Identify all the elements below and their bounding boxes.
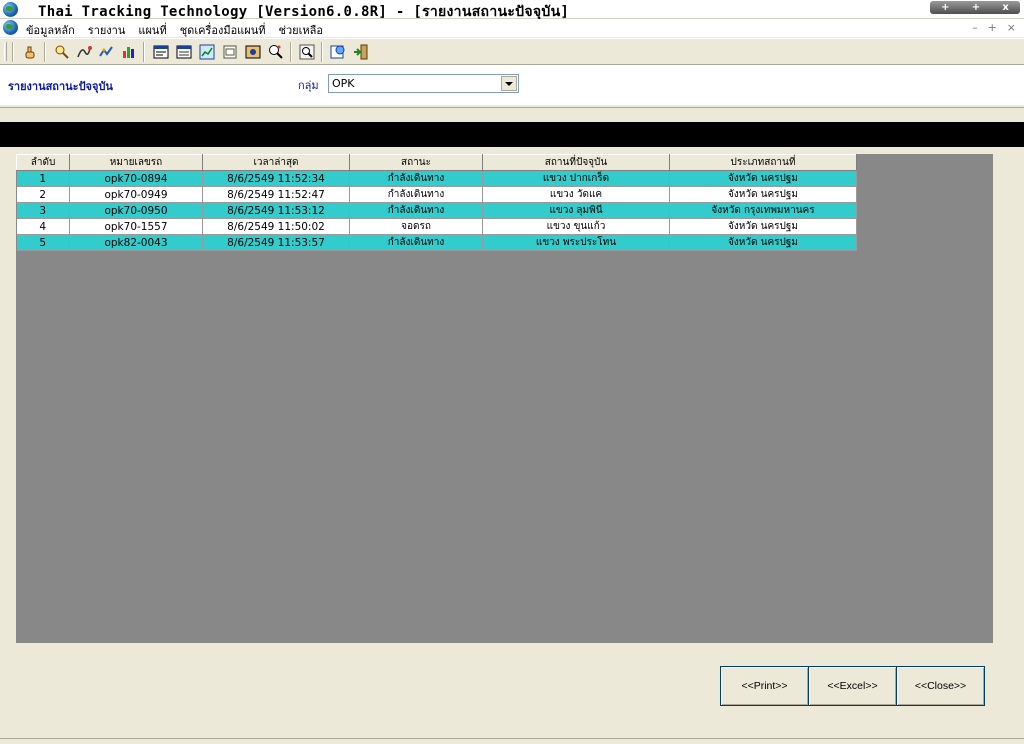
globe-app-icon — [3, 2, 18, 17]
cell-vehicle-number: opk82-0043 — [69, 234, 203, 251]
route-icon[interactable] — [75, 43, 93, 61]
menu-item-help[interactable]: ช่วยเหลือ — [278, 21, 322, 39]
chart-icon[interactable] — [120, 43, 138, 61]
cell-order: 1 — [16, 170, 70, 187]
track-icon[interactable] — [97, 43, 115, 61]
globe-menu-icon[interactable] — [3, 20, 18, 35]
toolbar-separator — [44, 42, 46, 62]
zoom-map-icon[interactable] — [267, 43, 285, 61]
cell-status: กำลังเดินทาง — [349, 186, 483, 203]
cell-order: 5 — [16, 234, 70, 251]
black-band — [0, 122, 1024, 147]
menu-bar: ข้อมูลหลัก รายงาน แผนที่ ชุดเครื่องมือแผ… — [0, 19, 1024, 37]
column-header-last-time[interactable]: เวลาล่าสุด — [202, 154, 350, 171]
mdi-restore-icon[interactable]: + — [988, 21, 997, 34]
cell-status: กำลังเดินทาง — [349, 202, 483, 219]
list-icon[interactable] — [175, 43, 193, 61]
group-select-value: OPK — [332, 77, 355, 90]
cell-location-type: จังหวัด นครปฐม — [669, 218, 857, 235]
cell-location-type: จังหวัด นครปฐม — [669, 170, 857, 187]
minimize-icon[interactable]: + — [941, 2, 949, 13]
status-grid-panel: ลำดับ หมายเลขรถ เวลาล่าสุด สถานะ สถานที่… — [16, 154, 993, 643]
hand-icon[interactable] — [21, 43, 39, 61]
exit-icon[interactable] — [352, 43, 370, 61]
cell-location-type: จังหวัด กรุงเทพมหานคร — [669, 202, 857, 219]
cell-status: กำลังเดินทาง — [349, 170, 483, 187]
menu-item-master-data[interactable]: ข้อมูลหลัก — [26, 21, 75, 39]
cell-vehicle-number: opk70-1557 — [69, 218, 203, 235]
cell-status: จอดรถ — [349, 218, 483, 235]
cell-last-time: 8/6/2549 11:53:12 — [202, 202, 350, 219]
report-icon[interactable] — [152, 43, 170, 61]
zoom-in-icon[interactable] — [298, 43, 316, 61]
column-header-location-type[interactable]: ประเภทสถานที่ — [669, 154, 857, 171]
filter-row: รายงานสถานะปัจจุบัน กลุ่ม OPK — [0, 65, 1024, 105]
title-bar: Thai Tracking Technology [Version6.0.8R]… — [0, 0, 1024, 20]
cell-current-location: แขวง ขุนแก้ว — [482, 218, 670, 235]
window-icon[interactable] — [221, 43, 239, 61]
cell-location-type: จังหวัด นครปฐม — [669, 186, 857, 203]
print-button[interactable]: <<Print>> — [720, 666, 809, 706]
window-controls: + + x — [930, 1, 1020, 14]
graph-icon[interactable] — [198, 43, 216, 61]
mdi-controls: – + × — [972, 21, 1016, 34]
menu-item-map[interactable]: แผนที่ — [138, 21, 166, 39]
cell-order: 3 — [16, 202, 70, 219]
close-icon[interactable]: x — [1002, 2, 1008, 13]
table-row[interactable]: 2 opk70-0949 8/6/2549 11:52:47 กำลังเดิน… — [16, 186, 857, 203]
excel-button[interactable]: <<Excel>> — [808, 666, 897, 706]
cell-last-time: 8/6/2549 11:52:34 — [202, 170, 350, 187]
cell-current-location: แขวง พระประโทน — [482, 234, 670, 251]
toolbar-separator — [321, 42, 323, 62]
toolbar — [0, 38, 1024, 65]
toolbar-separator — [290, 42, 292, 62]
cell-vehicle-number: opk70-0949 — [69, 186, 203, 203]
toolbar-separator — [143, 42, 145, 62]
mdi-minimize-icon[interactable]: – — [972, 21, 978, 34]
table-row[interactable]: 4 opk70-1557 8/6/2549 11:50:02 จอดรถ แขว… — [16, 218, 857, 235]
cell-order: 4 — [16, 218, 70, 235]
cell-current-location: แขวง วัดแค — [482, 186, 670, 203]
cell-vehicle-number: opk70-0950 — [69, 202, 203, 219]
group-select[interactable]: OPK — [328, 74, 519, 93]
cell-current-location: แขวง ลุมพินี — [482, 202, 670, 219]
cell-status: กำลังเดินทาง — [349, 234, 483, 251]
cell-last-time: 8/6/2549 11:50:02 — [202, 218, 350, 235]
cell-current-location: แขวง ปากเกร็ด — [482, 170, 670, 187]
table-row[interactable]: 5 opk82-0043 8/6/2549 11:53:57 กำลังเดิน… — [16, 234, 857, 251]
group-label: กลุ่ม — [298, 79, 319, 92]
toolbar-grip[interactable] — [4, 42, 7, 61]
close-button[interactable]: <<Close>> — [896, 666, 985, 706]
photo-icon[interactable] — [244, 43, 262, 61]
report-heading: รายงานสถานะปัจจุบัน — [8, 80, 113, 93]
divider — [0, 107, 1024, 122]
refresh-icon[interactable] — [329, 43, 347, 61]
bottom-border — [0, 738, 1024, 744]
mdi-close-icon[interactable]: × — [1007, 21, 1016, 34]
column-header-current-location[interactable]: สถานที่ปัจจุบัน — [482, 154, 670, 171]
status-grid: ลำดับ หมายเลขรถ เวลาล่าสุด สถานะ สถานที่… — [16, 154, 857, 251]
toolbar-separator — [12, 42, 14, 62]
cell-vehicle-number: opk70-0894 — [69, 170, 203, 187]
vehicle-search-icon[interactable] — [53, 43, 71, 61]
column-header-vehicle-number[interactable]: หมายเลขรถ — [69, 154, 203, 171]
column-header-status[interactable]: สถานะ — [349, 154, 483, 171]
column-header-order[interactable]: ลำดับ — [16, 154, 70, 171]
table-row[interactable]: 3 opk70-0950 8/6/2549 11:53:12 กำลังเดิน… — [16, 202, 857, 219]
menu-item-report[interactable]: รายงาน — [88, 21, 126, 39]
chevron-down-icon[interactable] — [501, 76, 517, 91]
cell-last-time: 8/6/2549 11:52:47 — [202, 186, 350, 203]
maximize-icon[interactable]: + — [972, 2, 980, 13]
table-row[interactable]: 1 opk70-0894 8/6/2549 11:52:34 กำลังเดิน… — [16, 170, 857, 187]
cell-last-time: 8/6/2549 11:53:57 — [202, 234, 350, 251]
cell-location-type: จังหวัด นครปฐม — [669, 234, 857, 251]
menu-item-map-tools[interactable]: ชุดเครื่องมือแผนที่ — [180, 21, 266, 39]
cell-order: 2 — [16, 186, 70, 203]
